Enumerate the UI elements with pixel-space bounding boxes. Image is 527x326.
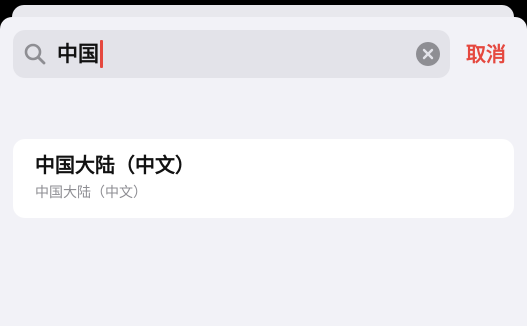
results-list: 中国大陆（中文） 中国大陆（中文） [13,139,514,218]
search-icon [23,42,47,66]
text-cursor [100,40,103,68]
clear-text-button[interactable] [416,42,440,66]
search-query: 中国 [57,40,103,68]
clear-icon [422,48,434,60]
screen: 中国 取消 中国大陆（中文） 中国大陆（中文） [0,0,527,326]
result-subtitle: 中国大陆（中文） [35,185,147,201]
search-query-text: 中国 [57,42,99,66]
search-bar: 中国 取消 [13,30,517,78]
search-input[interactable]: 中国 [13,30,450,78]
search-sheet: 中国 取消 中国大陆（中文） 中国大陆（中文） [0,17,527,326]
list-item-result-0[interactable]: 中国大陆（中文） 中国大陆（中文） [13,139,514,218]
result-title: 中国大陆（中文） [35,153,195,177]
cancel-button[interactable]: 取消 [466,39,506,69]
